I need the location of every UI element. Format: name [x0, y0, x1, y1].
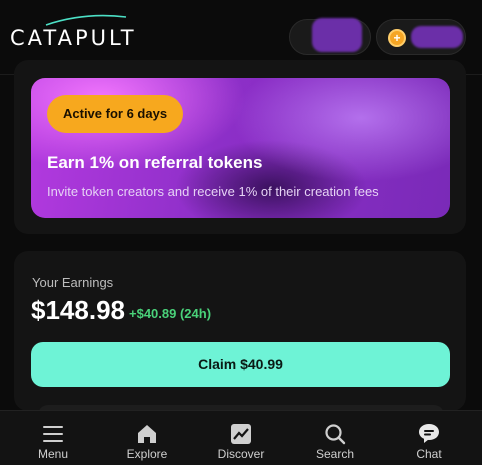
nav-label-discover: Discover: [217, 447, 265, 461]
redacted-balance: [411, 26, 463, 48]
active-status-badge: Active for 6 days: [47, 95, 184, 133]
chat-icon: [419, 424, 439, 443]
menu-icon: [43, 426, 63, 442]
search-icon: [325, 424, 346, 445]
referral-subtitle: Invite token creators and receive 1% of …: [47, 184, 379, 199]
nav-item-search[interactable]: Search: [288, 411, 382, 465]
logo-swoosh-icon: [45, 14, 127, 26]
referral-title: Earn 1% on referral tokens: [47, 153, 263, 172]
nav-label-menu: Menu: [37, 447, 69, 461]
nav-label-chat: Chat: [416, 447, 442, 461]
earnings-label: Your Earnings: [32, 275, 114, 290]
redacted-username: [312, 18, 362, 52]
home-icon: [138, 425, 156, 443]
app-logo[interactable]: CATAPULT: [10, 26, 137, 50]
earnings-amount: $148.98: [31, 295, 125, 325]
user-account-pill[interactable]: [289, 18, 371, 55]
nav-item-menu[interactable]: Menu: [6, 411, 100, 465]
nav-item-explore[interactable]: Explore: [100, 411, 194, 465]
claim-button[interactable]: Claim $40.99: [31, 342, 450, 387]
earnings-change-24h: +$40.89 (24h): [129, 306, 212, 321]
nav-item-chat[interactable]: Chat: [382, 411, 476, 465]
nav-item-discover[interactable]: Discover: [194, 411, 288, 465]
chart-icon: [231, 424, 251, 444]
bottom-nav: Menu Explore Discover Search Chat: [0, 410, 482, 465]
earnings-card: Your Earnings $148.98 +$40.89 (24h) Clai…: [14, 251, 466, 411]
referral-banner[interactable]: Active for 6 days Earn 1% on referral to…: [31, 78, 450, 218]
wallet-balance-pill[interactable]: +: [376, 19, 466, 55]
coin-icon: +: [388, 29, 406, 47]
nav-label-search: Search: [315, 447, 355, 461]
nav-label-explore: Explore: [126, 447, 168, 461]
